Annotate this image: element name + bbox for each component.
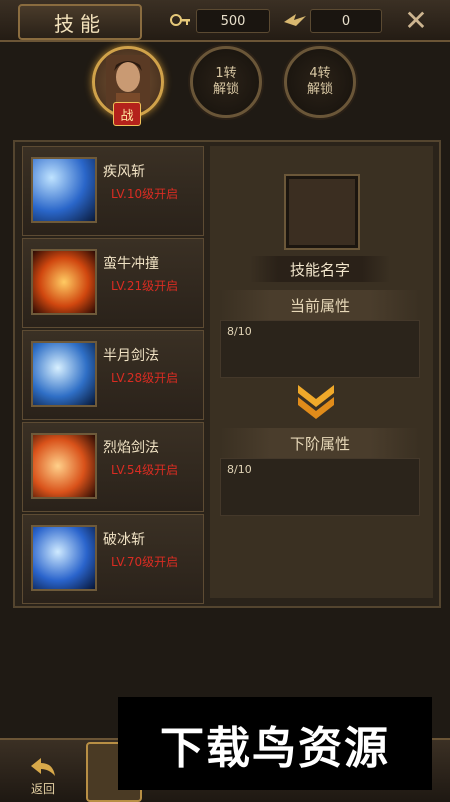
key-count: 500 — [196, 9, 270, 33]
back-label: 返回 — [30, 782, 55, 796]
watermark: 下载鸟资源 — [118, 697, 432, 790]
class-locked-1-label-line2: 解锁 — [212, 82, 239, 97]
skill-level-req: LV.28级开启 — [111, 371, 179, 385]
class-locked-1-button[interactable]: 1转 解锁 — [190, 46, 262, 118]
skill-item[interactable]: 疾风斩 LV.10级开启 — [22, 146, 204, 236]
ice-break-skill-icon — [31, 525, 97, 591]
back-arrow-icon — [31, 758, 55, 776]
skill-level-req: LV.21级开启 — [111, 279, 179, 293]
back-button[interactable]: 返回 — [20, 745, 66, 797]
skill-name: 蛮牛冲撞 — [103, 256, 159, 272]
skill-level-req: LV.10级开启 — [111, 187, 179, 201]
wind-slash-skill-icon — [31, 157, 97, 223]
skill-name: 疾风斩 — [103, 164, 145, 180]
current-attr-box: 8/10 — [220, 320, 420, 378]
chevron-down-icon — [298, 385, 334, 419]
skill-level-req: LV.70级开启 — [111, 555, 179, 569]
close-button[interactable]: ✕ — [400, 5, 432, 37]
class-locked-4-label-line1: 4转 — [309, 65, 331, 81]
flame-sword-skill-icon — [31, 433, 97, 499]
next-attr-value: 8/10 — [227, 463, 252, 476]
key-icon — [170, 14, 190, 26]
skill-name: 烈焰剑法 — [103, 440, 159, 456]
skill-detail-panel: 技能名字 当前属性 8/10 下阶属性 8/10 — [210, 146, 433, 598]
skill-list: 疾风斩 LV.10级开启 蛮牛冲撞 LV.21级开启 半月剑法 LV.28级开启… — [22, 146, 204, 604]
skill-name: 半月剑法 — [103, 348, 159, 364]
skill-level-req: LV.54级开启 — [111, 463, 179, 477]
current-attr-value: 8/10 — [227, 325, 252, 338]
warrior-portrait-icon — [106, 55, 150, 109]
page-title: 技能 — [18, 4, 142, 40]
skill-name-title: 技能名字 — [250, 256, 390, 282]
bull-charge-skill-icon — [31, 249, 97, 315]
half-moon-skill-icon — [31, 341, 97, 407]
close-icon: ✕ — [404, 4, 428, 37]
wing-icon — [284, 14, 306, 26]
current-attr-header: 当前属性 — [220, 290, 420, 320]
next-attr-header: 下阶属性 — [220, 428, 420, 458]
class-locked-4-label-line2: 解锁 — [306, 82, 333, 97]
wing-count: 0 — [310, 9, 382, 33]
skill-item[interactable]: 半月剑法 LV.28级开启 — [22, 330, 204, 420]
skill-item[interactable]: 蛮牛冲撞 LV.21级开启 — [22, 238, 204, 328]
skill-item[interactable]: 破冰斩 LV.70级开启 — [22, 514, 204, 604]
class-warrior-tag: 战 — [113, 102, 141, 126]
class-locked-4-button[interactable]: 4转 解锁 — [284, 46, 356, 118]
skill-slot — [286, 176, 358, 248]
skill-item[interactable]: 烈焰剑法 LV.54级开启 — [22, 422, 204, 512]
class-locked-1-label-line1: 1转 — [215, 65, 237, 81]
skill-name: 破冰斩 — [103, 532, 145, 548]
next-attr-box: 8/10 — [220, 458, 420, 516]
